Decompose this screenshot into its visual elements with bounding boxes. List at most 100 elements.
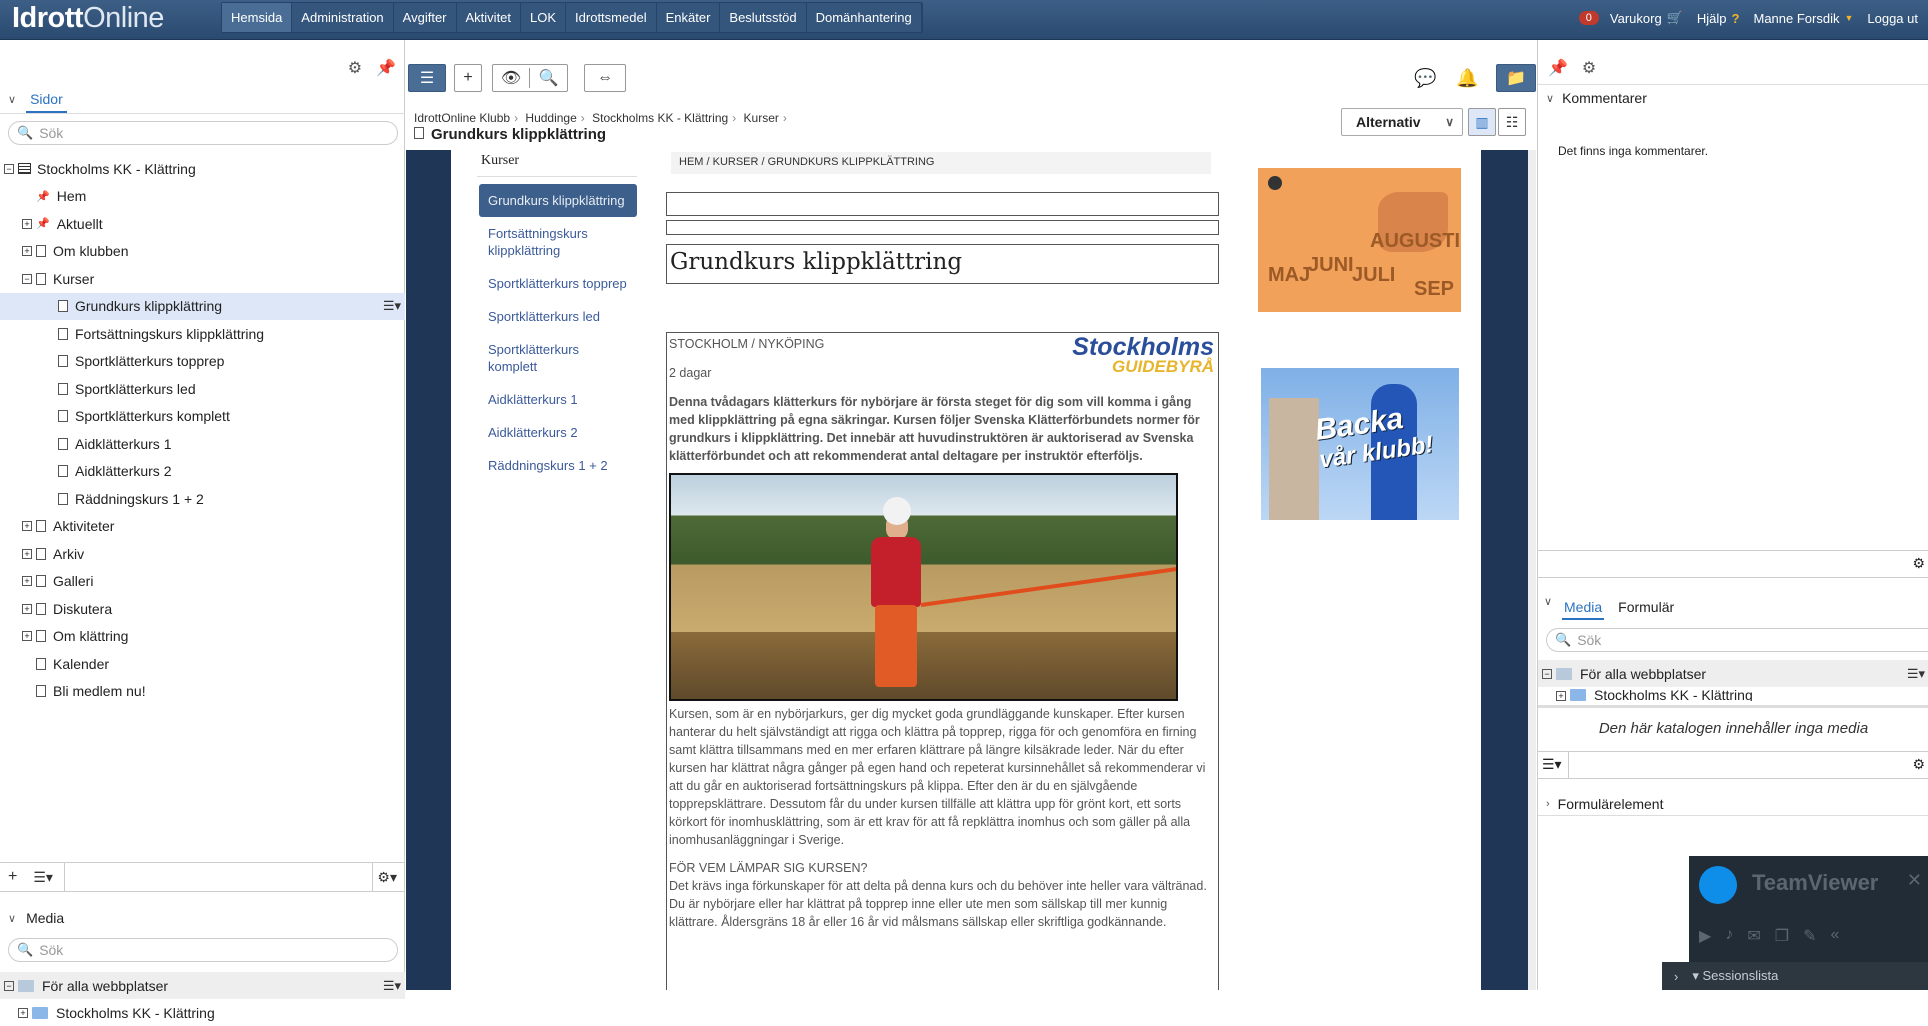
nav-beslutsstod[interactable]: Beslutsstöd <box>720 3 807 32</box>
preview-scrollbar[interactable] <box>1528 150 1536 990</box>
tree-item[interactable]: + Arkiv <box>0 540 405 568</box>
list-menu-icon[interactable]: ☰▾ <box>1542 756 1562 773</box>
subnav-item[interactable]: Aidklätterkurs 1 <box>479 383 637 416</box>
site-breadcrumb[interactable]: HEM / KURSER / GRUNDKURS KLIPPKLÄTTRING <box>671 152 1211 174</box>
expand-icon[interactable]: + <box>22 218 32 229</box>
close-icon[interactable]: ✕ <box>1907 870 1922 891</box>
media-folder-row[interactable]: + Stockholms KK - Klättring <box>0 999 405 1026</box>
tree-item[interactable]: Kalender <box>0 650 405 678</box>
course-title[interactable]: Grundkurs klippklättring <box>666 244 1219 284</box>
expand-icon[interactable]: + <box>1556 691 1566 701</box>
video-icon[interactable]: ▶ <box>1699 926 1711 946</box>
tree-item[interactable]: + Om klättring <box>0 623 405 651</box>
gear-icon[interactable]: ⚙ <box>1582 58 1596 78</box>
subnav-item[interactable]: Sportklätterkurs komplett <box>479 333 637 383</box>
expand-icon[interactable]: + <box>22 576 32 587</box>
add-icon[interactable]: + <box>8 868 17 886</box>
tree-item[interactable]: Aidklätterkurs 1 <box>0 430 405 458</box>
subnav-item[interactable]: Fortsättningskurs klippklättring <box>479 217 637 267</box>
row-menu-icon[interactable]: ☰▾ <box>1907 666 1925 682</box>
expand-icon[interactable]: + <box>22 631 32 642</box>
pin-icon[interactable]: 📌 <box>376 58 396 78</box>
expand-icon[interactable]: + <box>22 521 32 532</box>
breadcrumb-item[interactable]: Huddinge <box>525 111 576 125</box>
course-content[interactable]: Stockholms GUIDEBYRÅ STOCKHOLM / NYKÖPIN… <box>666 332 1219 990</box>
media-search-input[interactable]: 🔍 Sök <box>1546 628 1928 652</box>
tree-item[interactable]: Sportklätterkurs led <box>0 375 405 403</box>
help-link[interactable]: Hjälp? <box>1697 11 1740 26</box>
breadcrumb-item[interactable]: IdrottOnline Klubb <box>414 111 510 125</box>
nav-hemsida[interactable]: Hemsida <box>222 3 293 32</box>
form-elements-header[interactable]: › Formulärelement <box>1538 792 1928 816</box>
row-menu-icon[interactable]: ☰▾ <box>383 978 401 994</box>
tree-item[interactable]: Fortsättningskurs klippklättring <box>0 320 405 348</box>
nav-idrottsmedel[interactable]: Idrottsmedel <box>566 3 657 32</box>
nav-administration[interactable]: Administration <box>292 3 394 32</box>
media-folder-row[interactable]: + Stockholms KK - Klättring <box>1538 687 1928 701</box>
tree-item[interactable]: + Galleri <box>0 568 405 596</box>
media-folder-row[interactable]: − För alla webbplatser ☰▾ <box>1538 660 1928 687</box>
idrottonline-logo[interactable]: IdrottOnline <box>12 2 164 35</box>
gear-icon[interactable]: ⚙ <box>348 58 362 78</box>
breadcrumb-item[interactable]: Stockholms KK - Klättring <box>592 111 728 125</box>
pin-icon[interactable]: 📌 <box>1548 58 1568 78</box>
folder-panel-button[interactable]: 📁 <box>1496 64 1536 92</box>
gear-icon[interactable]: ⚙ <box>1912 756 1925 773</box>
list-view-button[interactable]: ☷ <box>1498 108 1526 136</box>
collapse-icon[interactable]: « <box>1830 926 1839 946</box>
collapse-icon[interactable]: − <box>4 163 14 174</box>
gear-icon[interactable]: ⚙ <box>1912 555 1925 572</box>
tab-sidor[interactable]: Sidor <box>26 87 67 113</box>
chevron-down-icon[interactable]: ∨ <box>8 912 16 925</box>
alternativ-dropdown[interactable]: Alternativ ∨ <box>1341 108 1463 136</box>
tree-item[interactable]: Räddningskurs 1 + 2 <box>0 485 405 513</box>
nav-avgifter[interactable]: Avgifter <box>394 3 457 32</box>
add-page-button[interactable]: + <box>454 64 482 92</box>
comments-header[interactable]: ∨ Kommentarer <box>1538 86 1928 110</box>
expand-icon[interactable]: + <box>18 1007 28 1018</box>
subnav-item[interactable]: Räddningskurs 1 + 2 <box>479 449 637 482</box>
tree-item[interactable]: 📌 Hem <box>0 183 405 211</box>
tools-icon[interactable]: ✎ <box>1803 926 1816 946</box>
summer-courses-ad[interactable]: MAJ JUNI JULI AUGUSTI SEP <box>1258 168 1461 312</box>
empty-field[interactable] <box>666 192 1219 216</box>
subnav-item[interactable]: Sportklätterkurs led <box>479 300 637 333</box>
empty-field[interactable] <box>666 220 1219 235</box>
chevron-down-icon[interactable]: ∨ <box>1538 592 1552 616</box>
tree-item[interactable]: + 📌 Aktuellt <box>0 210 405 238</box>
tree-item[interactable]: Bli medlem nu! <box>0 678 405 706</box>
nav-lok[interactable]: LOK <box>521 3 567 32</box>
tree-item[interactable]: Sportklätterkurs topprep <box>0 348 405 376</box>
compare-button[interactable]: ⇔ <box>584 64 626 92</box>
collapse-icon[interactable]: − <box>22 273 32 284</box>
list-menu-icon[interactable]: ☰▾ <box>33 869 53 886</box>
tree-view-button[interactable]: ☰ <box>408 64 446 92</box>
media-folder-row[interactable]: − För alla webbplatser ☰▾ <box>0 972 405 999</box>
headset-icon[interactable]: ♪ <box>1725 926 1733 946</box>
collapse-icon[interactable]: − <box>1542 668 1552 679</box>
subnav-item[interactable]: Sportklätterkurs topprep <box>479 267 637 300</box>
nav-domanhantering[interactable]: Domänhantering <box>807 3 922 32</box>
eye-icon[interactable]: 👁 <box>493 68 531 88</box>
tree-item[interactable]: + Om klubben <box>0 238 405 266</box>
expand-icon[interactable]: + <box>22 603 32 614</box>
subnav-item[interactable]: Aidklätterkurs 2 <box>479 416 637 449</box>
expand-icon[interactable]: + <box>22 548 32 559</box>
tree-item[interactable]: Sportklätterkurs komplett <box>0 403 405 431</box>
gear-icon[interactable]: ⚙▾ <box>377 869 397 886</box>
comment-icon[interactable]: 💬 <box>1414 68 1436 89</box>
row-menu-icon[interactable]: ☰▾ <box>383 298 401 314</box>
chat-icon[interactable]: ✉ <box>1747 926 1760 946</box>
cart-link[interactable]: 0 Varukorg 🛒 <box>1578 10 1683 26</box>
tree-item[interactable]: + Aktiviteter <box>0 513 405 541</box>
tree-item[interactable]: Aidklätterkurs 2 <box>0 458 405 486</box>
expand-icon[interactable]: + <box>22 246 32 257</box>
backa-var-klubb-ad[interactable]: Backa vår klubb! <box>1261 368 1459 520</box>
logout-link[interactable]: Logga ut <box>1867 11 1918 26</box>
preview-search-icon[interactable]: 🔍 <box>530 68 567 88</box>
tab-formular[interactable]: Formulär <box>1616 596 1676 620</box>
subnav-item[interactable]: Grundkurs klippklättring <box>479 184 637 217</box>
collapse-icon[interactable]: − <box>4 980 14 991</box>
nav-enkater[interactable]: Enkäter <box>657 3 721 32</box>
bell-icon[interactable]: 🔔 <box>1456 68 1478 89</box>
